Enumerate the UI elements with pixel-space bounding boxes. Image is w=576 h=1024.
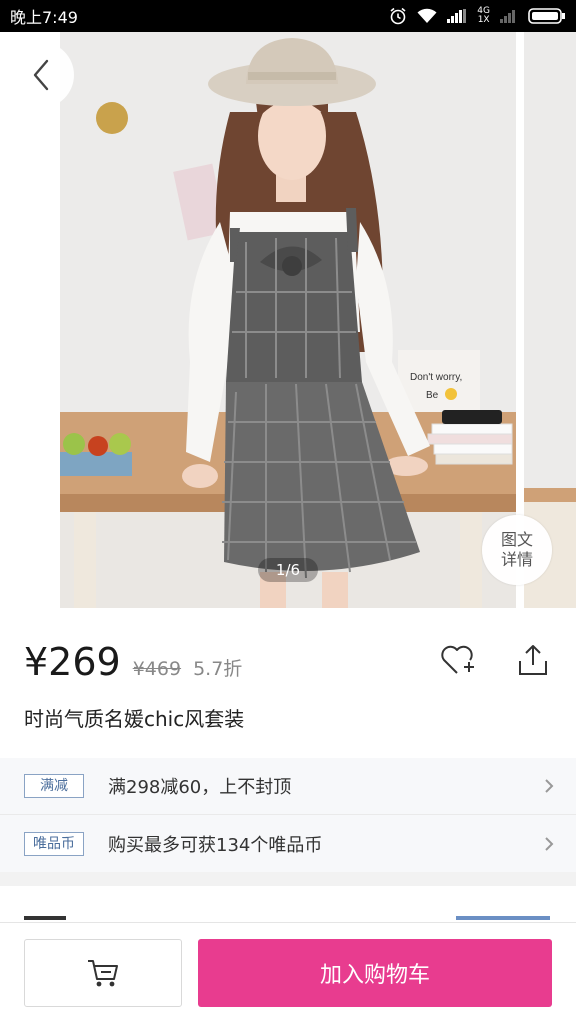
bottom-action-bar: 加入购物车	[0, 922, 576, 1024]
product-title: 时尚气质名媛chic风套装	[24, 707, 245, 731]
favorite-button[interactable]	[440, 643, 476, 677]
detail-button-line2: 详情	[500, 550, 533, 569]
promo-tag: 满减	[24, 774, 84, 798]
status-bar: 晚上7:49 4G 1X	[0, 0, 576, 32]
detail-button-line1: 图文	[500, 530, 533, 549]
original-price: ¥469	[132, 658, 182, 680]
back-button[interactable]	[8, 42, 74, 108]
page-indicator: 1/6	[258, 558, 318, 582]
wifi-icon	[417, 8, 437, 24]
status-icons: 4G 1X	[389, 7, 566, 25]
heart-plus-icon	[441, 645, 474, 674]
promo-row-full-reduction[interactable]: 满减 满298减60，上不封顶	[0, 758, 576, 815]
chevron-right-icon	[545, 836, 554, 851]
network-bottom: 1X	[477, 15, 490, 25]
share-icon	[519, 645, 547, 675]
current-price: ¥269	[24, 640, 121, 684]
promo-row-coins[interactable]: 唯品币 购买最多可获134个唯品币	[0, 815, 576, 872]
network-type: 4G 1X	[477, 7, 490, 25]
chevron-right-icon	[545, 779, 554, 793]
promotions: 满减 满298减60，上不封顶 唯品币 购买最多可获134个唯品币	[0, 758, 576, 872]
section-link-peek[interactable]	[456, 916, 550, 920]
add-to-cart-button[interactable]: 加入购物车	[198, 939, 552, 1007]
promo-text: 购买最多可获134个唯品币	[108, 834, 323, 856]
product-photo[interactable]: Don't worry, Be	[60, 32, 516, 608]
share-button[interactable]	[516, 643, 550, 677]
promo-tag: 唯品币	[24, 831, 84, 856]
signal-icon	[447, 9, 467, 23]
product-gallery[interactable]: Don't worry, Be 1/6 图文 详情	[0, 32, 576, 608]
sign-line2: Be	[426, 390, 439, 401]
promo-text: 满298减60，上不封顶	[108, 777, 292, 798]
alarm-icon	[389, 7, 407, 25]
chevron-left-icon	[33, 59, 49, 91]
status-time: 晚上7:49	[10, 8, 78, 27]
next-section-peek	[0, 886, 576, 922]
battery-icon	[528, 8, 566, 24]
discount-label: 5.7折	[193, 658, 243, 680]
detail-button[interactable]: 图文 详情	[482, 515, 552, 585]
signal-icon-secondary	[500, 9, 518, 23]
cart-button[interactable]	[24, 939, 182, 1007]
sign-line1: Don't worry,	[410, 372, 462, 383]
section-divider	[0, 872, 576, 886]
shopping-cart-icon	[88, 960, 118, 987]
section-heading-peek	[24, 916, 66, 920]
